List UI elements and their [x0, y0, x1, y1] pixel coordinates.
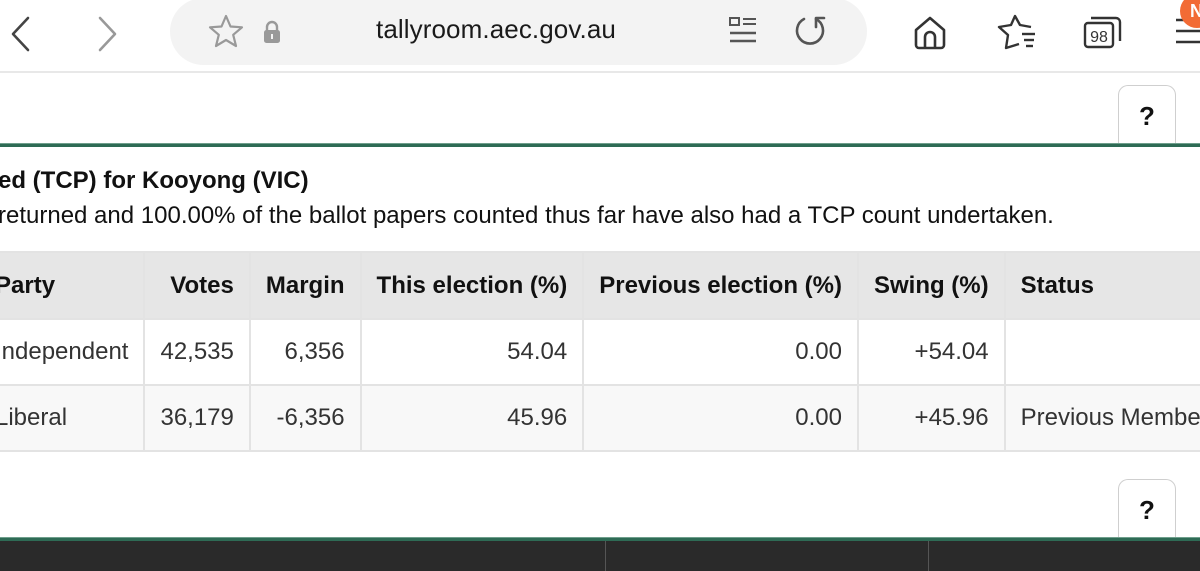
address-bar[interactable]: tallyroom.aec.gov.au [170, 0, 867, 65]
col-votes: Votes [143, 251, 251, 320]
help-button-bottom[interactable]: ? [1118, 479, 1176, 537]
cell-swing: +54.04 [856, 318, 1006, 386]
reload-button[interactable] [792, 13, 828, 49]
cell-this-election: 54.04 [359, 318, 585, 386]
bookmarks-icon [997, 14, 1035, 50]
bookmark-star-button[interactable] [208, 14, 244, 48]
forward-button[interactable] [88, 12, 128, 56]
cell-previous-election: 0.00 [582, 384, 859, 452]
cell-status [1003, 318, 1200, 386]
table-header-row: Party Votes Margin This election (%) Pre… [0, 251, 1200, 320]
back-button[interactable] [0, 12, 40, 56]
footer-divider [605, 541, 606, 571]
chevron-right-icon [98, 16, 117, 52]
reload-icon [795, 16, 826, 45]
bookmarks-button[interactable] [997, 14, 1037, 50]
table-row: Liberal 36,179 -6,356 45.96 0.00 +45.96 … [0, 384, 1200, 452]
star-icon [208, 14, 244, 48]
reader-mode-icon [729, 17, 756, 43]
url-text[interactable]: tallyroom.aec.gov.au [376, 14, 616, 45]
reader-mode-button[interactable] [728, 16, 758, 46]
cell-swing: +45.96 [856, 384, 1006, 452]
browser-toolbar: tallyroom.aec.gov.au 98 N [0, 0, 1200, 73]
cell-previous-election: 0.00 [582, 318, 859, 386]
tabs-icon: 98 [1083, 16, 1122, 49]
section-divider-top [0, 143, 1200, 147]
cell-margin: 6,356 [248, 318, 362, 386]
tab-count: 98 [1090, 29, 1108, 46]
cell-votes: 42,535 [143, 318, 251, 386]
home-button[interactable] [912, 15, 948, 51]
cell-status: Previous Member [1003, 384, 1200, 452]
cell-party: Liberal [0, 384, 146, 452]
col-status: Status [1003, 251, 1200, 320]
table-row: Independent 42,535 6,356 54.04 0.00 +54.… [0, 318, 1200, 386]
col-margin: Margin [248, 251, 362, 320]
col-swing: Swing (%) [856, 251, 1006, 320]
count-status-text: returned and 100.00% of the ballot paper… [0, 202, 1054, 229]
footer-divider [928, 541, 929, 571]
home-icon [914, 16, 946, 50]
col-party: Party [0, 251, 146, 320]
help-button-top[interactable]: ? [1118, 85, 1176, 143]
page-heading: ed (TCP) for Kooyong (VIC) [0, 167, 309, 194]
lock-icon [262, 20, 282, 44]
cell-this-election: 45.96 [359, 384, 585, 452]
cell-votes: 36,179 [143, 384, 251, 452]
cell-margin: -6,356 [248, 384, 362, 452]
tabs-button[interactable]: 98 [1083, 15, 1123, 49]
cell-party: Independent [0, 318, 146, 386]
chevron-left-icon [11, 16, 30, 52]
footer-bar [0, 541, 1200, 571]
col-this-election: This election (%) [359, 251, 585, 320]
col-previous-election: Previous election (%) [582, 251, 859, 320]
tcp-results-table: Party Votes Margin This election (%) Pre… [0, 251, 1200, 452]
